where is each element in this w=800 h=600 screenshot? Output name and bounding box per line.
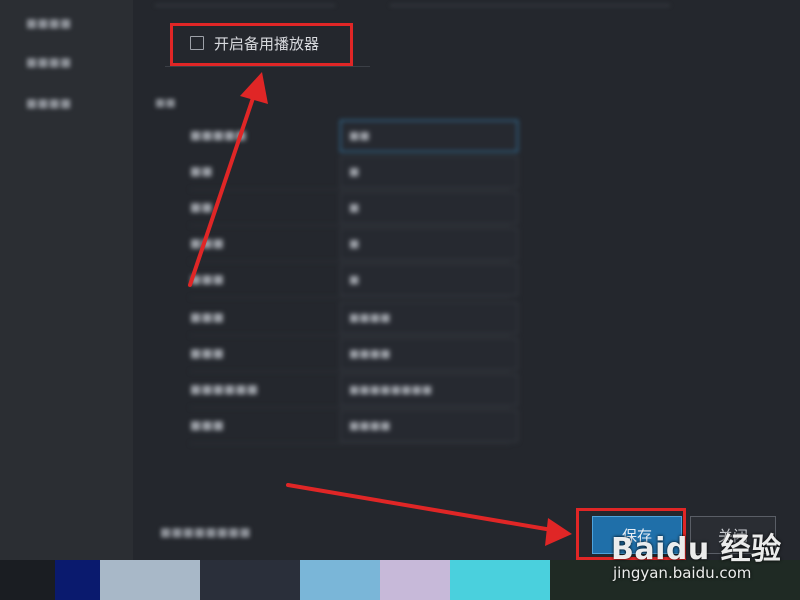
- thumbnail: [0, 560, 55, 600]
- checkbox-icon[interactable]: [190, 36, 204, 50]
- row-divider: [190, 297, 510, 298]
- table-row: ■■■ ■■■■: [170, 336, 520, 372]
- thumbnail-strip: [0, 560, 800, 600]
- thumbnail: [380, 560, 450, 600]
- hotkey-input[interactable]: ■■■■: [340, 410, 518, 442]
- thumbnail: [55, 560, 100, 600]
- sidebar-item-3[interactable]: ■■■■: [26, 96, 71, 110]
- thumbnail: [450, 560, 550, 600]
- hotkey-input[interactable]: ■■■■■■■■: [340, 374, 518, 406]
- backup-player-option[interactable]: 开启备用播放器: [190, 32, 319, 54]
- table-row: ■■■■■■ ■■■■■■■■: [170, 372, 520, 408]
- thumbnail: [200, 560, 300, 600]
- backup-player-label: 开启备用播放器: [214, 34, 320, 53]
- hotkey-name: ■■■: [190, 236, 225, 250]
- hotkey-input[interactable]: ■■■■: [340, 302, 518, 334]
- hotkey-name: ■■■■■■: [190, 382, 259, 396]
- hotkey-input[interactable]: ■: [340, 228, 518, 260]
- thumbnail: [100, 560, 200, 600]
- settings-sidebar: ■■■■ ■■■■ ■■■■: [0, 0, 133, 560]
- option-blurred-a[interactable]: [155, 0, 335, 6]
- option-blurred-b[interactable]: [390, 0, 670, 6]
- hotkey-name: ■■■■■: [190, 128, 247, 142]
- thumbnail: [550, 560, 800, 600]
- table-row: ■■■ ■■■■: [170, 408, 520, 444]
- hotkey-name: ■■■: [190, 310, 225, 324]
- thumbnail: [300, 560, 380, 600]
- table-row: ■■ ■: [170, 154, 520, 190]
- hotkey-name: ■■■: [190, 418, 225, 432]
- close-button[interactable]: 关闭: [690, 516, 776, 554]
- hotkey-input[interactable]: ■■■■: [340, 338, 518, 370]
- sidebar-item-1[interactable]: ■■■■: [26, 16, 71, 30]
- row-divider: [190, 443, 510, 444]
- hotkey-table: ■■■■■ ■■ ■■ ■ ■■ ■ ■■■ ■ ■■■ ■ ■■■ ■■■■ …: [170, 110, 520, 450]
- table-row: ■■■ ■: [170, 226, 520, 262]
- top-options-blurred: [155, 0, 675, 10]
- hotkey-section-label: ■■: [155, 96, 176, 109]
- table-row: ■■ ■: [170, 190, 520, 226]
- restore-defaults-link[interactable]: ■■■■■■■■: [160, 525, 251, 539]
- hotkey-name: ■■■: [190, 272, 225, 286]
- divider: [165, 66, 370, 67]
- hotkey-name: ■■■: [190, 346, 225, 360]
- table-row: ■■■ ■■■■: [170, 300, 520, 336]
- table-row: ■■■■■ ■■: [170, 118, 520, 154]
- hotkey-input[interactable]: ■: [340, 156, 518, 188]
- table-row: ■■■ ■: [170, 262, 520, 298]
- hotkey-name: ■■: [190, 200, 213, 214]
- save-button[interactable]: 保存: [592, 516, 682, 554]
- sidebar-item-2[interactable]: ■■■■: [26, 55, 71, 69]
- hotkey-input[interactable]: ■: [340, 264, 518, 296]
- hotkey-input[interactable]: ■■: [340, 120, 518, 152]
- hotkey-name: ■■: [190, 164, 213, 178]
- hotkey-input[interactable]: ■: [340, 192, 518, 224]
